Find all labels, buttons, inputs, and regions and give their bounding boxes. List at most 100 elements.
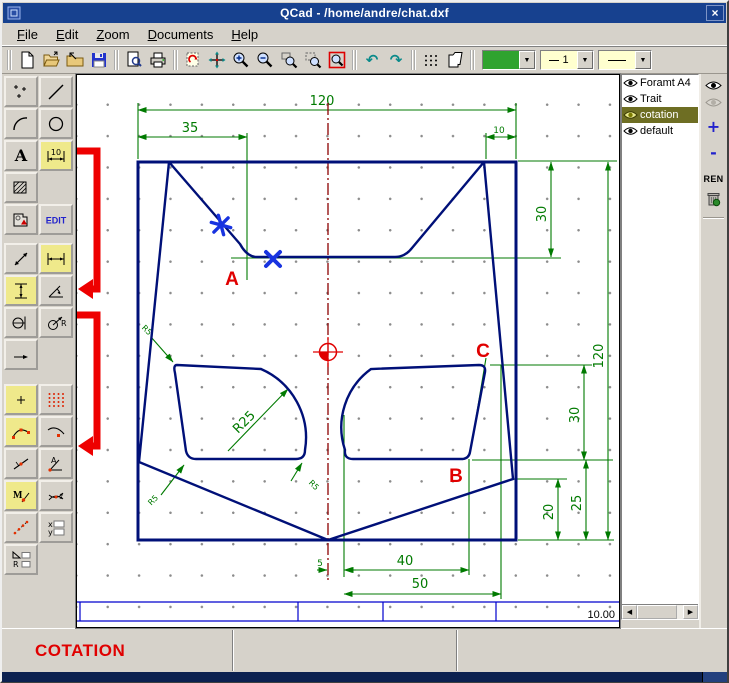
scroll-left-button[interactable]: ◀	[622, 605, 637, 619]
snap-angle-icon: A	[45, 454, 67, 474]
layer-list[interactable]: Foramt A4 Trait cotation default ◀	[621, 74, 699, 620]
color-dropdown-arrow[interactable]: ▼	[519, 51, 535, 69]
layer-row-trait[interactable]: Trait	[622, 91, 698, 107]
dim-vertical-button[interactable]	[4, 275, 38, 306]
dim-horizontal-button[interactable]	[39, 243, 73, 274]
tool-arc-button[interactable]	[4, 108, 38, 139]
svg-text:120: 120	[310, 94, 335, 109]
snap-on-entity-button[interactable]	[39, 416, 73, 447]
color-combobox[interactable]: ▼	[482, 50, 536, 70]
center-marker	[313, 337, 343, 367]
snap-midpoint-button[interactable]: M	[4, 480, 38, 511]
dim-angular-button[interactable]	[39, 275, 73, 306]
tool-points-button[interactable]	[4, 76, 38, 107]
dim-radius-button[interactable]: R	[39, 307, 73, 338]
layer-view-button[interactable]	[443, 48, 467, 72]
print-button[interactable]	[146, 48, 170, 72]
snap-middle-button[interactable]	[4, 448, 38, 479]
hide-all-layers-button[interactable]	[705, 97, 722, 108]
tool-hatch-button[interactable]	[4, 172, 38, 203]
zoom-out-button[interactable]	[253, 48, 277, 72]
tool-circle-button[interactable]	[39, 108, 73, 139]
snap-angle-button[interactable]: A	[39, 448, 73, 479]
tool-line-button[interactable]	[39, 76, 73, 107]
edit-mode-button[interactable]: EDIT	[39, 204, 73, 235]
new-file-icon	[17, 50, 37, 70]
snap-distance-button[interactable]	[4, 512, 38, 543]
dim-diameter-button[interactable]	[4, 307, 38, 338]
rename-layer-button[interactable]: REN	[704, 174, 724, 184]
print-preview-button[interactable]	[122, 48, 146, 72]
leader-icon	[10, 345, 32, 365]
polar-input-button[interactable]: R	[4, 544, 38, 575]
layer-row-default[interactable]: default	[622, 123, 698, 139]
layer-list-hscrollbar[interactable]: ◀ ▶	[622, 604, 698, 619]
svg-text:M: M	[13, 490, 23, 501]
tool-dimension-button[interactable]: 10	[39, 140, 73, 171]
scroll-thumb[interactable]	[637, 605, 677, 619]
snap-m-icon: M	[10, 486, 32, 506]
svg-text:y: y	[48, 528, 53, 537]
zoom-in-button[interactable]	[229, 48, 253, 72]
dim-angular-icon	[45, 281, 67, 301]
trash-icon[interactable]	[705, 190, 722, 207]
snap-grid-button[interactable]	[39, 384, 73, 415]
tool-shape-button[interactable]	[4, 204, 38, 235]
zoom-window-button[interactable]	[277, 48, 301, 72]
point-label-b: B	[449, 466, 463, 487]
status-bar: COTATION	[2, 628, 727, 672]
dim-aligned-button[interactable]	[4, 243, 38, 274]
layer-row-format[interactable]: Foramt A4	[622, 75, 698, 91]
svg-text:A: A	[14, 146, 28, 165]
current-width-value: 1	[541, 51, 577, 69]
menu-zoom[interactable]: Zoom	[87, 25, 138, 44]
show-all-layers-button[interactable]	[705, 80, 722, 91]
remove-layer-button[interactable]: -	[710, 146, 717, 160]
redraw-button[interactable]	[181, 48, 205, 72]
open-file-button[interactable]	[39, 48, 63, 72]
grid-toggle-button[interactable]	[419, 48, 443, 72]
tool-text-button[interactable]: A	[4, 140, 38, 171]
add-layer-button[interactable]: +	[707, 120, 720, 134]
toolbar-separator	[352, 50, 357, 70]
svg-text:R: R	[61, 319, 67, 328]
toolbar-separator	[114, 50, 119, 70]
layer-row-cotation[interactable]: cotation	[622, 107, 698, 123]
svg-text:50: 50	[412, 577, 429, 592]
pan-button[interactable]	[205, 48, 229, 72]
width-dropdown-arrow[interactable]: ▼	[577, 51, 593, 69]
snap-free-button[interactable]	[4, 384, 38, 415]
title-bar[interactable]: QCad - /home/andre/chat.dxf ×	[3, 3, 726, 23]
scroll-right-button[interactable]: ▶	[683, 605, 698, 619]
menu-file[interactable]: File	[8, 25, 47, 44]
zoom-out-icon	[255, 50, 275, 70]
close-button[interactable]: ×	[706, 5, 724, 21]
snap-intersection-button[interactable]	[39, 480, 73, 511]
svg-text:120: 120	[592, 344, 607, 369]
redo-button[interactable]: ↷	[384, 48, 408, 72]
coordinate-input-button[interactable]: xy	[39, 512, 73, 543]
snap-intersection-icon	[45, 486, 67, 506]
svg-text:35: 35	[182, 121, 199, 136]
undo-icon: ↶	[366, 51, 379, 69]
drawing-canvas[interactable]: 120 35 10 30 120 30 25 20 40 50 5 R25 R5…	[76, 74, 620, 628]
xy-coordinate-icon: xy	[45, 518, 67, 538]
snap-marker-star	[211, 215, 230, 234]
linewidth-combobox[interactable]: 1 ▼	[540, 50, 594, 70]
menu-documents[interactable]: Documents	[139, 25, 223, 44]
new-file-button[interactable]	[15, 48, 39, 72]
snap-endpoint-button[interactable]	[4, 416, 38, 447]
menu-help[interactable]: Help	[222, 25, 267, 44]
zoom-previous-button[interactable]	[325, 48, 349, 72]
zoom-auto-button[interactable]	[301, 48, 325, 72]
menu-edit[interactable]: Edit	[47, 25, 87, 44]
save-button[interactable]	[87, 48, 111, 72]
style-dropdown-arrow[interactable]: ▼	[635, 51, 651, 69]
close-file-button[interactable]	[63, 48, 87, 72]
linestyle-combobox[interactable]: ▼	[598, 50, 652, 70]
dim-leader-button[interactable]	[4, 339, 38, 370]
eye-icon	[623, 94, 638, 104]
undo-button[interactable]: ↶	[360, 48, 384, 72]
bottom-taskbar-edge	[2, 672, 727, 682]
zoom-window-icon	[279, 50, 299, 70]
